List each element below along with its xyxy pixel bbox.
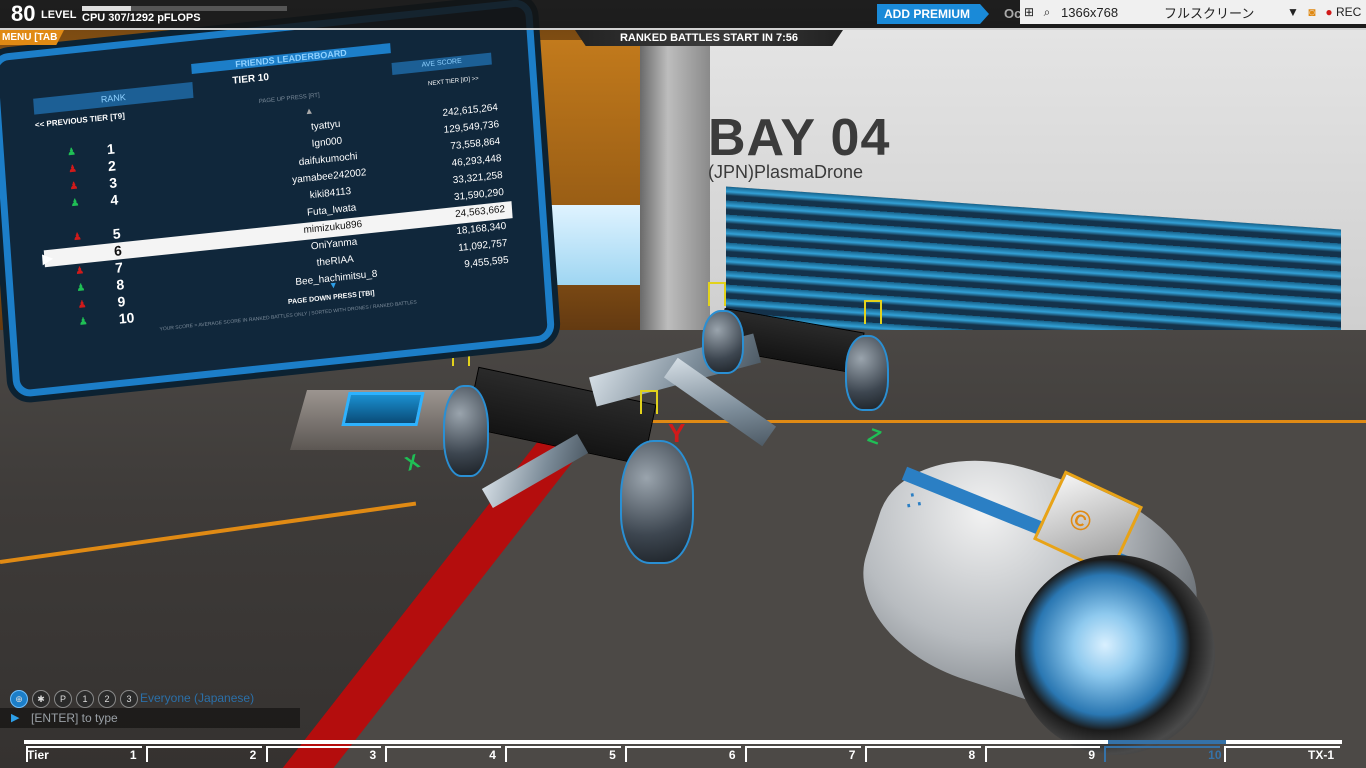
tier-label: 4 [489,748,496,762]
leaderboard-monitor: FRIENDS LEADERBOARD RANK TIER 10 AVE SCO… [0,0,556,399]
tier-label: 6 [728,748,736,762]
tier-label: 1 [129,748,137,762]
tier-label: 7 [848,748,856,762]
tier-label: 10 [1208,748,1222,762]
rank-down-icon: ♟ [67,163,78,176]
chat-caret-icon: ▶ [11,712,20,724]
rank-down-icon: ♟ [72,231,83,244]
rec-label[interactable]: REC [1336,5,1361,19]
capture-toolbar: ⊞ ⌕ 1366x768 フルスクリーン ▼ ◙ ● REC [1020,0,1366,24]
bay-title: BAY 04 [708,109,891,167]
rank-up-icon: ♟ [78,316,89,328]
tier-label: 5 [609,748,616,762]
camera-icon[interactable]: ◙ [1302,5,1322,19]
grid-icon[interactable]: ⊞ [1020,5,1038,19]
chat-channel[interactable]: Everyone (Japanese) [140,691,254,705]
thruster-right [845,335,889,411]
leaderboard-rank: 3 [108,174,118,192]
selected-row-arrow-icon: ▶ [41,249,54,267]
thruster-back [702,310,744,374]
leaderboard-rank: 7 [114,259,124,276]
rank-up-icon: ♟ [70,197,80,210]
cpu-bar [82,6,287,11]
rank-down-icon: ♟ [77,299,87,312]
magnifier-icon[interactable]: ⌕ [1038,5,1056,20]
chat-channel-icons: ⊕ ✱ P 1 2 3 [10,690,138,708]
tier-label: 2 [249,748,257,762]
leaderboard-rank: 9 [116,293,126,310]
tier-label: TX-1 [1308,748,1335,762]
party-1-icon[interactable]: 1 [76,690,94,708]
axis-y-label: Y [668,418,686,448]
tier-segment [385,746,502,762]
bay-owner: (JPN)PlasmaDrone [708,162,864,182]
top-divider [0,28,1366,30]
tier-label: 9 [1088,748,1096,762]
tier-progression-bar: Tier 1 2 3 4 5 6 7 8 9 10 TX-1 [24,740,1342,768]
party-3-icon[interactable]: 3 [120,690,138,708]
capture-resolution[interactable]: 1366x768 [1056,5,1161,20]
thruster-front [620,440,694,564]
leaderboard-rank: 8 [115,276,125,293]
chevron-down-icon[interactable]: ▼ [1284,5,1302,19]
add-premium-button[interactable]: ADD PREMIUM [877,4,989,24]
globe-icon[interactable]: ⊕ [10,690,28,708]
cpu-bar-fill [82,6,131,11]
scroll-up-icon[interactable]: ▲ [304,105,314,116]
leaderboard-rank: 4 [109,191,119,209]
menu-tab[interactable]: MENU [TAB [0,30,64,45]
player-level: 80 [11,1,36,26]
tier-segment [26,746,142,762]
thruster-marker [640,390,658,414]
scroll-down-icon[interactable]: ▼ [329,280,339,291]
tier-segment [625,746,741,762]
console-screen [341,392,425,426]
weapon-viewmodel: ∴ © [839,429,1225,755]
chat-placeholder: [ENTER] to type [31,711,118,725]
capture-mode[interactable]: フルスクリーン [1161,3,1284,22]
record-icon[interactable]: ● [1322,5,1336,19]
thruster-left [443,385,489,477]
level-label: LEVEL [41,9,77,21]
rank-up-icon: ♟ [76,282,86,295]
party-2-icon[interactable]: 2 [98,690,116,708]
cpu-readout: CPU 307/1292 pFLOPS [82,12,201,24]
thruster-marker [708,282,726,306]
leaderboard-rank: 10 [118,309,135,327]
leaderboard-rank: 1 [106,140,116,158]
ranked-battles-banner: RANKED BATTLES START IN 7:56 [575,30,843,46]
tier-label: 8 [968,748,976,762]
rank-up-icon: ♟ [66,146,77,159]
leaderboard-rank: 6 [113,242,123,259]
tier-segment [1104,746,1221,762]
weapon-muzzle [1015,555,1215,755]
accessibility-icon[interactable]: ✱ [32,690,50,708]
tier-segment [984,746,1101,762]
tier-progress-current [1108,740,1226,744]
robot-leg [481,433,589,509]
p-icon[interactable]: P [54,690,72,708]
thruster-marker [864,300,882,324]
rank-down-icon: ♟ [74,265,85,278]
rank-down-icon: ♟ [69,180,79,193]
tier-label: 3 [369,748,377,762]
tier-segment [145,746,262,762]
tier-segment [744,746,861,762]
leaderboard-rank: 2 [107,157,117,175]
premium-next-label: Oc [1004,6,1022,21]
leaderboard-rank: 5 [112,225,122,243]
tier-segment [864,746,981,762]
tier-segment [265,746,382,762]
tier-segment [505,746,622,762]
